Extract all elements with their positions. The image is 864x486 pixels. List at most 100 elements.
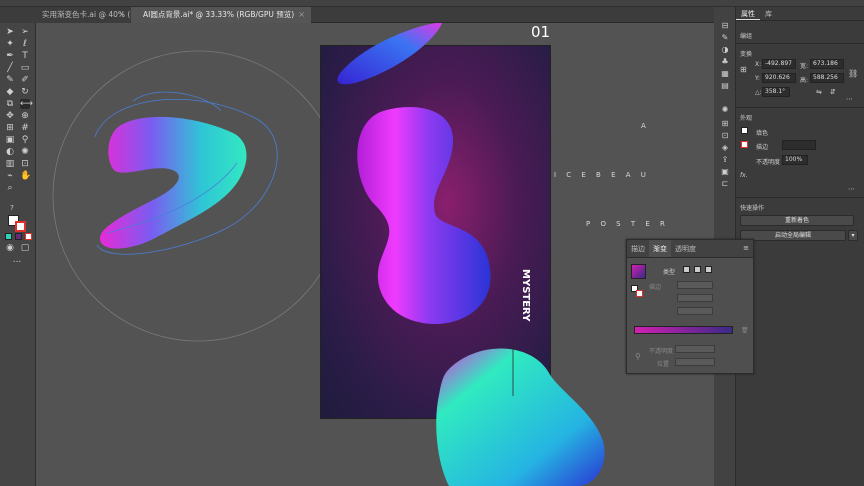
pen-icon[interactable]: ✒ xyxy=(5,51,15,61)
direct-select-icon[interactable]: ➢ xyxy=(20,27,30,37)
tab-properties[interactable]: 属性 xyxy=(736,7,760,20)
divider xyxy=(736,107,864,108)
artboard-icon[interactable]: ⊡ xyxy=(20,159,30,169)
close-icon[interactable]: × xyxy=(118,7,125,23)
tab-libraries[interactable]: 库 xyxy=(760,7,777,20)
more-tools-icon[interactable]: ... xyxy=(12,255,22,265)
rotate-icon[interactable]: ↻ xyxy=(20,87,30,97)
appearance-icon[interactable]: ✺ xyxy=(720,105,730,115)
eyedropper-icon[interactable]: ⚲ xyxy=(635,352,641,361)
rectangle-icon[interactable]: ▭ xyxy=(20,63,30,73)
tab-gradient[interactable]: 渐变 xyxy=(649,240,671,257)
more-options-icon[interactable]: ⋯ xyxy=(846,95,853,103)
graphic-styles-icon[interactable]: ▦ xyxy=(720,69,730,79)
x-field[interactable]: -492.897 xyxy=(762,59,796,69)
swatches-icon[interactable]: ▤ xyxy=(720,81,730,91)
stroke-weight-field[interactable] xyxy=(782,140,816,150)
fill-label: 填色 xyxy=(756,130,769,137)
opacity-field[interactable] xyxy=(675,345,715,353)
eraser-icon[interactable]: ◆ xyxy=(5,87,15,97)
linear-gradient-icon[interactable] xyxy=(683,266,690,273)
width-icon[interactable]: ⟷ xyxy=(20,99,33,109)
gradient-mode-icon[interactable] xyxy=(15,233,22,240)
global-edit-button[interactable]: 启动全局编辑 xyxy=(740,230,846,241)
freeform-gradient-icon[interactable] xyxy=(705,266,712,273)
stroke-color-swatch[interactable] xyxy=(741,141,748,148)
delete-stop-icon[interactable]: 🗑 xyxy=(741,327,749,334)
tab-transparency[interactable]: 透明度 xyxy=(671,240,700,257)
symbol-sprayer-icon[interactable]: ✺ xyxy=(20,147,30,157)
close-icon[interactable]: × xyxy=(298,7,305,23)
type-icon[interactable]: T xyxy=(20,51,30,61)
brush-panel-icon[interactable]: ✎ xyxy=(720,33,730,43)
quick-actions-title: 快速操作 xyxy=(740,205,765,212)
angle-field[interactable]: 358.1° xyxy=(762,87,790,97)
layers-icon[interactable]: ◈ xyxy=(720,143,730,153)
doc-tab-2[interactable]: AI圆点背景.ai* @ 33.33% (RGB/GPU 预览) × xyxy=(131,7,311,23)
screen-mode-icon[interactable]: ▢ xyxy=(20,243,30,253)
gradient-icon[interactable]: ▣ xyxy=(5,135,15,145)
magic-wand-icon[interactable]: ✦ xyxy=(5,39,15,49)
free-transform-icon[interactable]: ✥ xyxy=(5,111,15,121)
color-guide-icon[interactable]: ◑ xyxy=(720,45,730,55)
panel-menu-icon[interactable]: ≡ xyxy=(743,244,749,252)
zoom-icon[interactable]: ⌕ xyxy=(5,183,15,193)
color-mode-icon[interactable] xyxy=(5,233,12,240)
eyedropper-icon[interactable]: ⚲ xyxy=(20,135,30,145)
pencil-icon[interactable]: ✐ xyxy=(20,75,30,85)
x-label: X: xyxy=(755,61,762,68)
global-edit-dropdown-icon[interactable]: ▾ xyxy=(848,230,858,241)
fx-icon[interactable]: fx. xyxy=(740,172,748,179)
shape-builder-icon[interactable]: ⊕ xyxy=(20,111,30,121)
stroke-type-field[interactable] xyxy=(677,281,713,289)
reference-point-icon[interactable]: ⊞ xyxy=(740,65,747,74)
draw-mode-icon[interactable]: ◉ xyxy=(5,243,15,253)
select-icon[interactable]: ➤ xyxy=(5,27,15,37)
y-field[interactable]: 920.626 xyxy=(762,73,796,83)
artboard[interactable] xyxy=(320,45,551,419)
divider xyxy=(736,43,864,44)
poster-icebeau: I C E B E A U xyxy=(554,171,650,179)
link-icon[interactable]: ⛓ xyxy=(848,69,858,78)
doc-tab-1[interactable]: 实用渐变色卡.ai @ 40% (RGB/GPU 预览) × xyxy=(0,7,185,23)
links-icon[interactable]: ⊏ xyxy=(720,179,730,189)
location-field[interactable] xyxy=(675,358,715,366)
paintbrush-icon[interactable]: ✎ xyxy=(5,75,15,85)
flip-vertical-icon[interactable]: ⇵ xyxy=(830,88,836,96)
gradient-slider[interactable] xyxy=(634,326,733,334)
export-icon[interactable]: ⇪ xyxy=(720,155,730,165)
align-icon[interactable]: ⊡ xyxy=(720,131,730,141)
scale-icon[interactable]: ⧉ xyxy=(5,99,15,109)
location-label: 位置 xyxy=(657,361,670,368)
slice-icon[interactable]: ⌁ xyxy=(5,171,15,181)
hand-icon[interactable]: ✋ xyxy=(20,171,31,181)
aspect-ratio-field[interactable] xyxy=(677,307,713,315)
libraries-icon[interactable]: ⊟ xyxy=(720,21,730,31)
w-field[interactable]: 673.186 xyxy=(810,59,844,69)
mesh-icon[interactable]: # xyxy=(20,123,30,133)
none-mode-icon[interactable] xyxy=(25,233,32,240)
opacity-field[interactable]: 100% xyxy=(782,155,808,165)
stroke-swatch[interactable] xyxy=(15,221,26,232)
stroke-indicator-icon[interactable] xyxy=(636,290,643,297)
radial-gradient-icon[interactable] xyxy=(694,266,701,273)
more-appearance-icon[interactable]: ⋯ xyxy=(848,185,855,193)
recolor-button[interactable]: 重新着色 xyxy=(740,215,854,226)
blend-icon[interactable]: ◐ xyxy=(5,147,15,157)
h-field[interactable]: 588.256 xyxy=(810,73,844,83)
gradient-preview-swatch[interactable] xyxy=(631,264,646,279)
flip-horizontal-icon[interactable]: ⇋ xyxy=(816,88,822,96)
symbols-icon[interactable]: ♣ xyxy=(720,57,730,67)
perspective-icon[interactable]: ⊞ xyxy=(5,123,15,133)
fill-color-swatch[interactable] xyxy=(741,127,748,134)
transform-icon[interactable]: ⊞ xyxy=(720,119,730,129)
angle-field[interactable] xyxy=(677,294,713,302)
tab-stroke[interactable]: 描边 xyxy=(627,240,649,257)
swap-icon[interactable]: ? xyxy=(7,203,17,213)
artboards-icon[interactable]: ▣ xyxy=(720,167,730,177)
graph-icon[interactable]: ▥ xyxy=(5,159,15,169)
document-tab-bar: 实用渐变色卡.ai @ 40% (RGB/GPU 预览) × AI圆点背景.ai… xyxy=(0,7,714,23)
lasso-icon[interactable]: ℓ xyxy=(20,39,30,49)
canvas[interactable]: 01 A I C E B E A U P O S T E R MYSTERY xyxy=(37,23,713,486)
line-icon[interactable]: ╱ xyxy=(5,63,15,73)
